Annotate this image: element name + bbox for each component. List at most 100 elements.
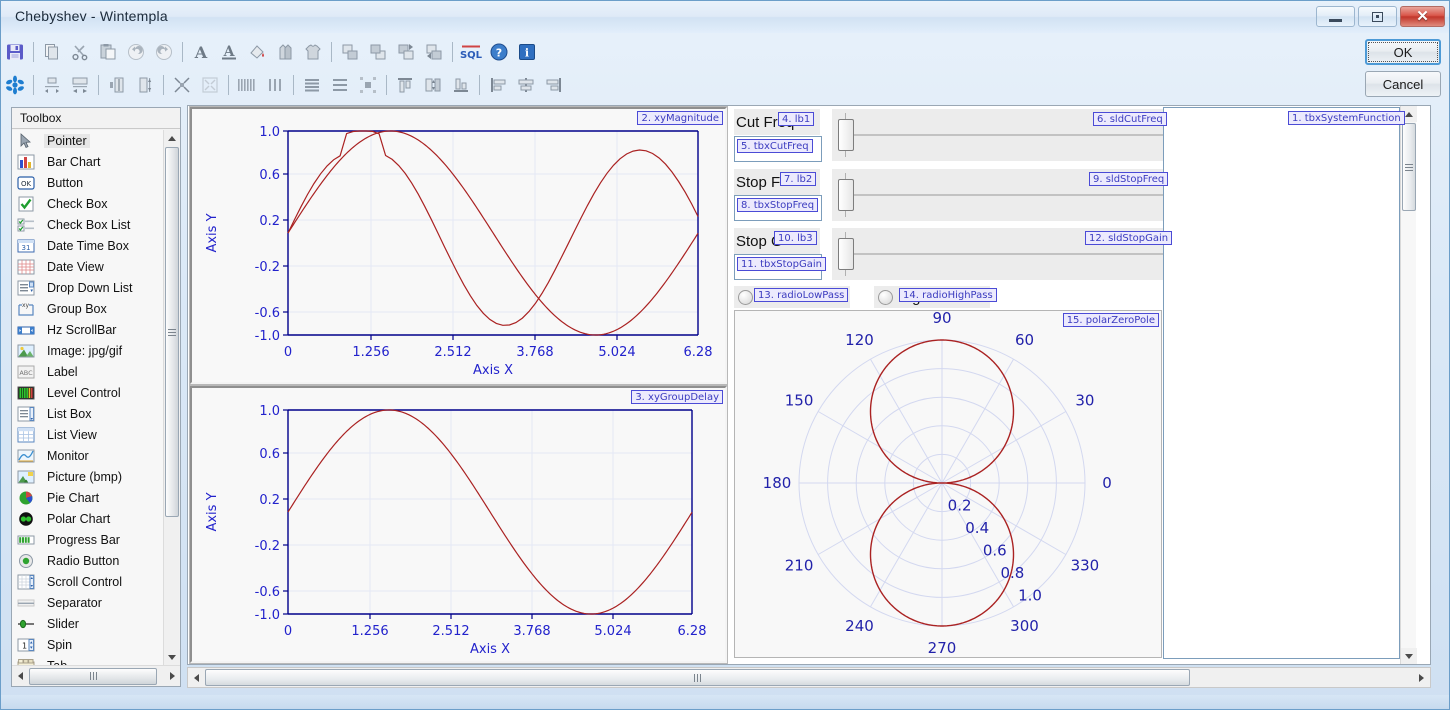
toolbox-item-date-view[interactable]: Date View [12,256,164,277]
toolbox-item-picture-bmp[interactable]: Picture (bmp) [12,466,164,487]
align-bottom-icon[interactable] [448,72,474,98]
font-bold-icon[interactable]: A [188,39,214,65]
canvas-horizontal-scrollbar[interactable] [187,667,1431,688]
toolbox-item-date-time-box[interactable]: 31 Date Time Box [12,235,164,256]
toolbox-item-check-box-list[interactable]: Check Box List [12,214,164,235]
scroll-left-arrow-icon[interactable] [12,668,28,684]
maximize-button[interactable] [1358,6,1397,27]
scroll-down-arrow-icon[interactable] [164,649,180,665]
cut-icon[interactable] [67,39,93,65]
align-h-spread-icon[interactable] [67,72,93,98]
fill-color-icon[interactable] [244,39,270,65]
send-to-back-icon[interactable] [365,39,391,65]
minimize-button[interactable] [1316,6,1355,27]
toolbox-item-label[interactable]: ABC Label [12,361,164,382]
designer-tag-tbxstopgain[interactable]: 11. tbxStopGain [737,257,826,271]
designer-tag-xymagnitude[interactable]: 2. xyMagnitude [637,111,723,125]
toolbox-item-radio-button[interactable]: Radio Button [12,550,164,571]
scrollbar-thumb[interactable] [165,147,179,517]
toolbox-item-button[interactable]: OK Button [12,172,164,193]
designer-tag-lb2[interactable]: 7. lb2 [780,172,817,186]
polar-zero-pole-chart[interactable]: 0 30 60 90 120 150 180 210 240 270 300 330 0.2 0.4 0.… [734,309,1162,658]
toolbox-item-pointer[interactable]: Pointer [12,130,164,151]
designer-tag-lb1[interactable]: 4. lb1 [778,112,815,126]
scrollbar-thumb-horizontal[interactable] [205,669,1190,686]
scroll-down-arrow-icon[interactable] [1401,648,1417,664]
bring-to-front-icon[interactable] [337,39,363,65]
distribute-v-icon[interactable] [420,72,446,98]
toolbox-item-group-box[interactable]: xy Group Box [12,298,164,319]
designer-tag-tbxstopfreq[interactable]: 8. tbxStopFreq [737,198,819,212]
toolbox-item-tab[interactable]: Tab [12,655,164,665]
undo-icon[interactable] [123,39,149,65]
toolbox-item-monitor[interactable]: Monitor [12,445,164,466]
grid-center-icon[interactable] [355,72,381,98]
scroll-left-arrow-icon[interactable] [188,669,204,686]
toolbox-item-scroll-control[interactable]: Scroll Control [12,571,164,592]
designer-tag-tbxsystemfunction[interactable]: 1. tbxSystemFunction [1288,111,1405,125]
font-underline-icon[interactable]: A [216,39,242,65]
scrollbar-thumb-horizontal[interactable] [29,667,157,685]
rows-space-icon[interactable] [327,72,353,98]
toolbox-item-pie-chart[interactable]: Pie Chart [12,487,164,508]
columns-few-icon[interactable] [262,72,288,98]
designer-tag-radiolowpass[interactable]: 13. radioLowPass [754,288,849,302]
designer-tag-sldcutfreq[interactable]: 6. sldCutFreq [1093,112,1167,126]
rows-fill-icon[interactable] [299,72,325,98]
shrink-icon[interactable] [169,72,195,98]
toolbox-item-drop-down-list[interactable]: Drop Down List [12,277,164,298]
paste-icon[interactable] [95,39,121,65]
designer-tag-sldstopgain[interactable]: 12. sldStopGain [1085,231,1173,245]
toolbox-item-spin[interactable]: 1 Spin [12,634,164,655]
ok-button[interactable]: OK [1365,39,1441,65]
cancel-button[interactable]: Cancel [1365,71,1441,97]
slider-thumb[interactable] [838,238,854,270]
indent-left-icon[interactable] [485,72,511,98]
info-icon[interactable]: i [514,39,540,65]
form-designer-canvas[interactable]: 1.0 0.6 0.2 -0.2 -0.6 -1.0 0 1.256 2.512… [187,105,1431,665]
sql-icon[interactable]: SQL [458,39,484,65]
pencils-icon[interactable] [272,39,298,65]
toolbox-horizontal-scrollbar[interactable] [12,665,180,686]
align-left-edge-icon[interactable] [104,72,130,98]
save-icon[interactable] [2,39,28,65]
align-v-center-icon[interactable] [132,72,158,98]
toolbox-item-level-control[interactable]: Level Control [12,382,164,403]
toolbox-item-polar-chart[interactable]: Polar Chart [12,508,164,529]
scrollbar-thumb[interactable] [1402,123,1416,211]
toolbox-list[interactable]: Pointer Bar Chart OK Button Check Box Check B… [12,130,164,665]
toolbox-item-list-box[interactable]: List Box [12,403,164,424]
designer-tag-sldstopfreq[interactable]: 9. sldStopFreq [1089,172,1169,186]
scroll-up-arrow-icon[interactable] [164,130,180,146]
toolbox-item-progress-bar[interactable]: Progress Bar [12,529,164,550]
bring-forward-icon[interactable] [393,39,419,65]
redo-icon[interactable] [151,39,177,65]
send-backward-icon[interactable] [421,39,447,65]
toolbox-item-list-view[interactable]: List View [12,424,164,445]
indent-center-icon[interactable] [513,72,539,98]
indent-right-icon[interactable] [541,72,567,98]
toolbox-item-check-box[interactable]: Check Box [12,193,164,214]
scroll-right-arrow-icon[interactable] [1413,669,1429,686]
toolbox-item-separator[interactable]: Separator [12,592,164,613]
designer-tag-radiohighpass[interactable]: 14. radioHighPass [899,288,997,302]
expand-icon[interactable] [197,72,223,98]
align-top-icon[interactable] [392,72,418,98]
designer-tag-lb3[interactable]: 10. lb3 [774,231,817,245]
scroll-right-arrow-icon[interactable] [164,668,180,684]
slider-thumb[interactable] [838,179,854,211]
help-icon[interactable]: ? [486,39,512,65]
toolbox-vertical-scrollbar[interactable] [163,130,180,665]
textbox-system-function[interactable] [1163,107,1400,659]
toolbox-item-bar-chart[interactable]: Bar Chart [12,151,164,172]
close-button[interactable]: ✕ [1400,6,1445,27]
align-h-center-icon[interactable] [39,72,65,98]
toolbox-item-hz-scrollbar[interactable]: Hz ScrollBar [12,319,164,340]
form-surface[interactable]: 1.0 0.6 0.2 -0.2 -0.6 -1.0 0 1.256 2.512… [188,106,1417,664]
xy-group-delay-chart[interactable]: 1.0 0.6 0.2 -0.2 -0.6 -1.0 0 1.256 2.512… [189,385,728,664]
designer-tag-polarzeropole[interactable]: 15. polarZeroPole [1062,313,1159,327]
slider-thumb[interactable] [838,119,854,151]
copy-icon[interactable] [39,39,65,65]
snowflake-icon[interactable] [2,72,28,98]
toolbox-item-slider[interactable]: Slider [12,613,164,634]
